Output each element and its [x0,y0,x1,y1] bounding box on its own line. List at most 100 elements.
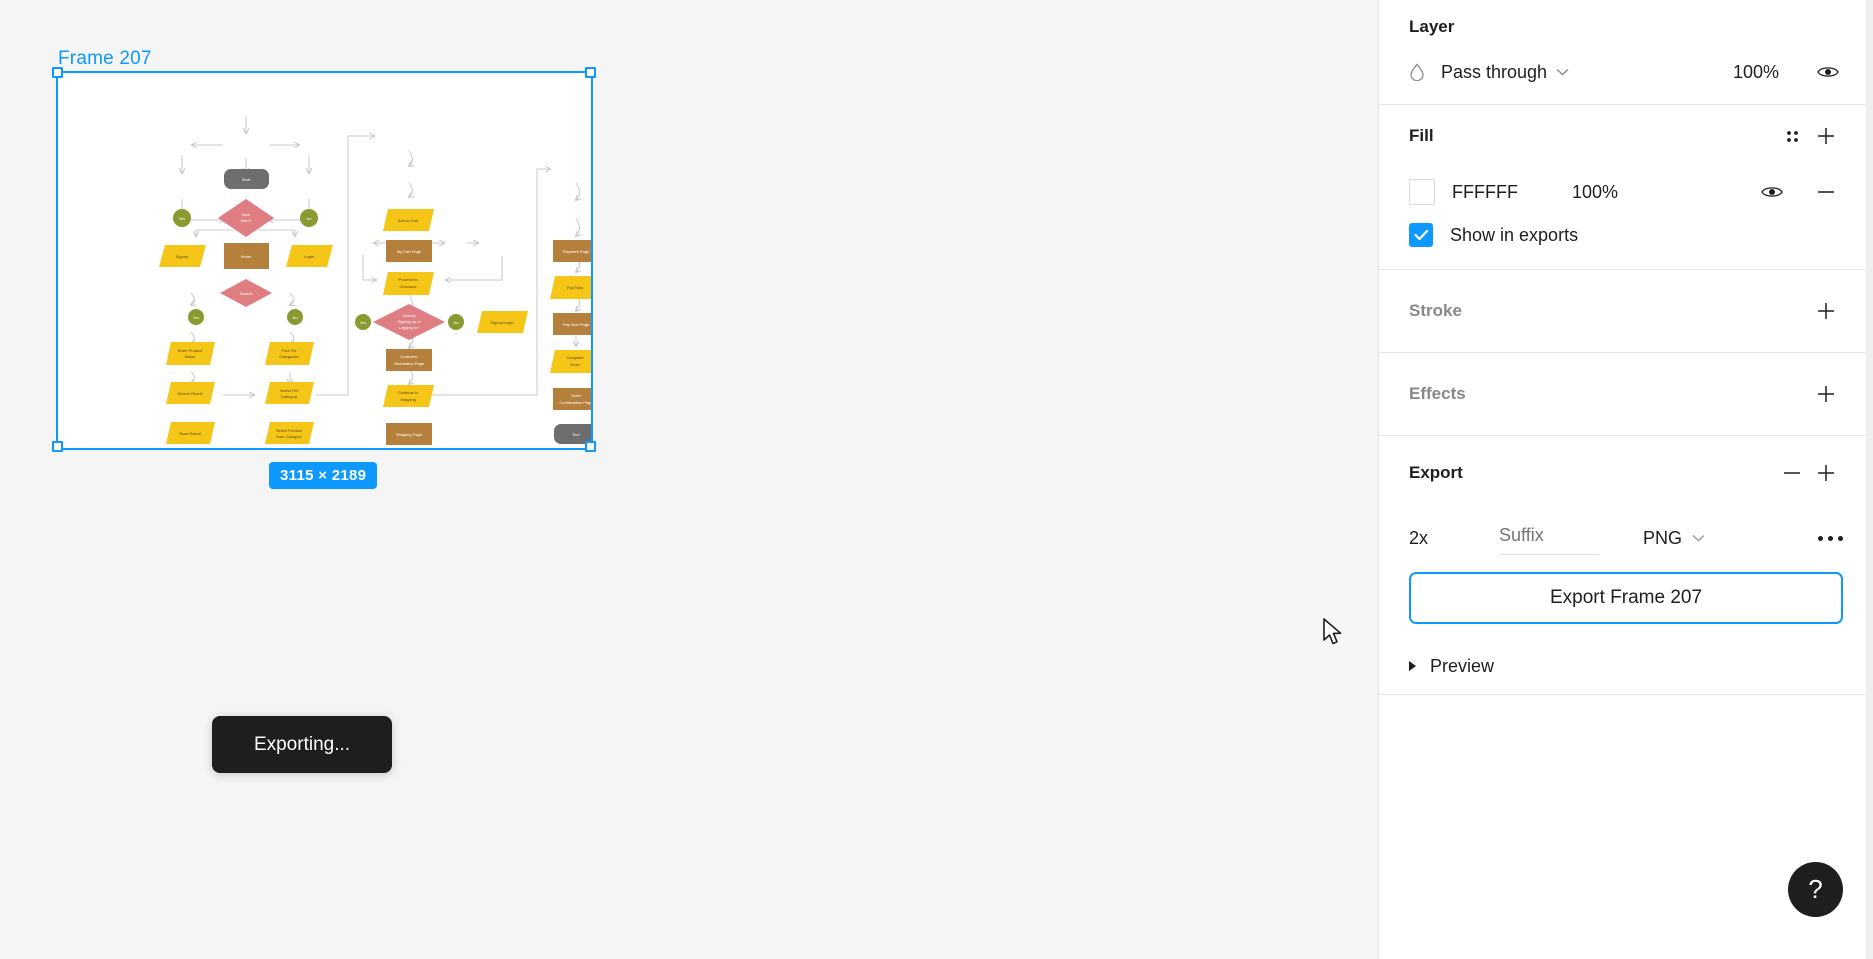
svg-text:Pay Now: Pay Now [567,285,583,290]
frame-label[interactable]: Frame 207 [58,48,152,70]
help-button[interactable]: ? [1788,862,1843,917]
properties-panel: Layer Pass through 100% Fill FFFFFF 100%… [1378,0,1873,959]
stroke-section-header: Stroke [1409,270,1843,352]
preview-toggle-row[interactable]: Preview [1409,638,1843,694]
svg-text:Name: Name [185,354,196,359]
export-settings-row: 2x PNG [1409,510,1843,566]
svg-text:New: New [242,212,250,217]
svg-text:Continue to: Continue to [398,390,419,395]
svg-text:User?: User? [241,218,252,223]
svg-text:Shipping Page: Shipping Page [396,432,423,437]
svg-text:No: No [453,320,459,325]
fill-section-header: Fill [1409,105,1843,167]
svg-text:Checkout: Checkout [400,284,418,289]
svg-text:Home: Home [241,254,252,259]
svg-text:Order: Order [570,362,581,367]
svg-text:Enter Product: Enter Product [178,348,203,353]
show-in-exports-checkbox[interactable] [1409,223,1433,247]
svg-text:Signing up or: Signing up or [397,319,421,324]
stroke-section: Stroke [1379,270,1873,353]
add-stroke-button[interactable] [1809,294,1843,328]
svg-text:Start: Start [242,177,251,182]
effects-title: Effects [1409,384,1466,403]
svg-text:Proceed to: Proceed to [398,277,418,282]
svg-text:Already: Already [402,313,416,318]
add-fill-button[interactable] [1809,119,1843,153]
svg-text:Add to Cart: Add to Cart [398,218,419,223]
export-options-menu-icon[interactable] [1818,535,1843,541]
fill-title: Fill [1409,126,1434,145]
svg-text:Select Pet: Select Pet [280,388,299,393]
svg-text:Customer: Customer [400,354,418,359]
figma-window: Frame 207 Start New User? Yes No Signup … [0,0,1873,959]
svg-text:Payment Page: Payment Page [563,249,590,254]
layer-opacity-value[interactable]: 100% [1733,62,1779,83]
blend-mode-icon [1409,63,1439,81]
design-canvas[interactable]: Frame 207 Start New User? Yes No Signup … [0,0,1368,959]
fill-opacity-value[interactable]: 100% [1572,182,1618,203]
remove-export-button[interactable] [1775,456,1809,490]
svg-text:Category: Category [281,394,297,399]
user-flow-diagram: Start New User? Yes No Signup Home Login… [58,73,591,448]
fill-visibility-eye-icon[interactable] [1757,185,1787,199]
export-scale-value[interactable]: 2x [1409,528,1499,549]
layer-section-header: Layer [1409,0,1843,54]
svg-text:Information Page: Information Page [394,361,425,366]
selection-handle-bottom-right[interactable] [585,441,596,452]
export-section-header: Export [1409,436,1843,510]
svg-text:No: No [306,216,312,221]
fill-section: Fill FFFFFF 100% Show in exports [1379,105,1873,270]
svg-text:No: No [292,315,298,320]
layer-visibility-eye-icon[interactable] [1813,65,1843,79]
toast-label: Exporting... [253,733,351,755]
svg-text:End: End [572,432,579,437]
panel-scrollbar[interactable] [1866,0,1873,959]
blend-mode-row[interactable]: Pass through 100% [1409,54,1843,104]
svg-text:Search: Search [240,291,253,296]
svg-text:Search Result: Search Result [177,391,203,396]
add-export-button[interactable] [1809,456,1843,490]
svg-text:My Cart Page: My Cart Page [397,249,422,254]
svg-text:Yes: Yes [193,315,200,320]
svg-text:Select Product: Select Product [276,428,303,433]
show-in-exports-row[interactable]: Show in exports [1409,217,1843,269]
blend-mode-value[interactable]: Pass through [1441,62,1547,83]
exporting-toast: Exporting... [212,716,392,773]
selection-handle-top-right[interactable] [585,67,596,78]
svg-text:Signup/Login: Signup/Login [490,320,513,325]
fill-hex-value[interactable]: FFFFFF [1452,182,1572,203]
export-suffix-input[interactable] [1499,521,1599,555]
export-format-select[interactable]: PNG [1643,528,1705,549]
dimension-badge: 3115 × 2189 [269,462,378,489]
export-title: Export [1409,463,1463,482]
selected-frame[interactable]: Start New User? Yes No Signup Home Login… [56,71,593,450]
preview-label: Preview [1430,655,1495,676]
flowchart-svg: Start NewUser? Yes No Signup Home Login … [159,116,591,445]
svg-text:Pay Now Page: Pay Now Page [563,322,590,327]
export-format-chevron-down-icon [1692,534,1705,542]
add-effect-button[interactable] [1809,377,1843,411]
svg-text:Signup: Signup [176,254,189,259]
svg-text:Logging in?: Logging in? [399,325,420,330]
svg-text:Order: Order [571,393,582,398]
export-section: Export 2x PNG [1379,436,1873,695]
export-format-value: PNG [1643,527,1683,548]
svg-text:Shipping: Shipping [400,397,416,402]
chevron-down-icon[interactable] [1556,68,1569,76]
svg-text:Login: Login [304,254,314,259]
export-frame-button[interactable]: Export Frame 207 [1409,572,1843,624]
selection-handle-bottom-left[interactable] [52,441,63,452]
effects-section: Effects [1379,353,1873,436]
svg-text:Categories: Categories [279,354,298,359]
svg-text:Yes: Yes [360,320,367,325]
layer-section: Layer Pass through 100% [1379,0,1873,105]
show-in-exports-label: Show in exports [1450,224,1579,245]
remove-fill-button[interactable] [1809,175,1843,209]
fill-item-row[interactable]: FFFFFF 100% [1409,167,1843,217]
fill-styles-icon[interactable] [1775,119,1809,153]
svg-text:Scan Result: Scan Result [179,431,201,436]
effects-section-header: Effects [1409,353,1843,435]
selection-handle-top-left[interactable] [52,67,63,78]
svg-text:Complete: Complete [566,355,584,360]
fill-color-swatch[interactable] [1409,179,1435,205]
